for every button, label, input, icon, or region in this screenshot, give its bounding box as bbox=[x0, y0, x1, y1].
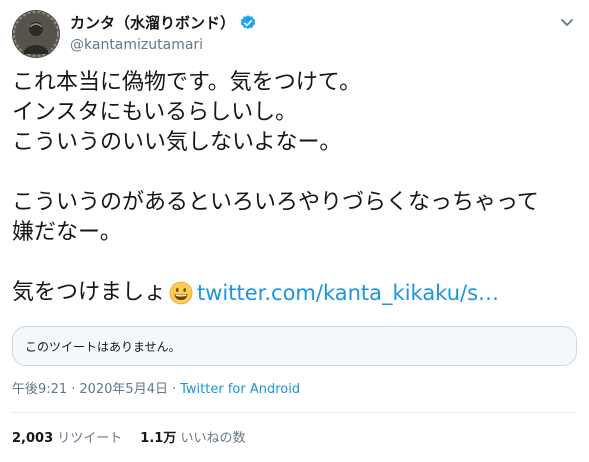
likes-stat[interactable]: 1.1万 いいねの数 bbox=[140, 431, 245, 446]
tweet-text: これ本当に偽物です。気をつけて。 インスタにもいるらしいし。 こういうのいい気し… bbox=[12, 68, 577, 308]
retweets-count: 2,003 bbox=[12, 431, 54, 446]
tweet-line-text: 気をつけましょ bbox=[12, 280, 167, 305]
author-display-name[interactable]: カンタ（水溜りボンド） bbox=[70, 13, 235, 33]
meta-separator: · bbox=[71, 382, 76, 397]
author-names: カンタ（水溜りボンド） @kantamizutamari bbox=[70, 13, 257, 55]
tweet-stats: 2,003 リツイート 1.1万 いいねの数 bbox=[12, 430, 245, 448]
meta-separator: · bbox=[171, 382, 177, 397]
display-name-row: カンタ（水溜りボンド） bbox=[70, 13, 257, 33]
tweet-date[interactable]: 2020年5月4日 bbox=[79, 382, 168, 397]
divider bbox=[12, 412, 577, 413]
tweet-line: インスタにもいるらしいし。 bbox=[12, 100, 298, 125]
tweet: カンタ（水溜りボンド） @kantamizutamari これ本当に偽物です。気… bbox=[0, 0, 589, 462]
verified-badge-icon bbox=[239, 14, 257, 32]
grinning-face-emoji-icon bbox=[169, 281, 193, 305]
tweet-line: 気をつけましょ twitter.com/kanta_kikaku/s… bbox=[12, 278, 577, 308]
unavailable-quote-card[interactable]: このツイートはありません。 bbox=[12, 326, 577, 366]
tweet-time[interactable]: 午後9:21 bbox=[12, 382, 67, 397]
tweet-source[interactable]: Twitter for Android bbox=[180, 382, 300, 397]
tweet-line: こういうのがあるといろいろやりづらくなっちゃって bbox=[12, 190, 539, 215]
author-handle[interactable]: @kantamizutamari bbox=[70, 35, 257, 55]
tweet-meta: 午後9:21 · 2020年5月4日 · Twitter for Android bbox=[12, 381, 300, 399]
tweet-line: こういうのいい気しないよなー。 bbox=[12, 130, 342, 155]
tweet-header: カンタ（水溜りボンド） @kantamizutamari bbox=[12, 10, 577, 58]
tweet-line: 嫌だなー。 bbox=[12, 220, 122, 245]
likes-label: いいねの数 bbox=[180, 431, 246, 446]
retweets-label: リツイート bbox=[57, 431, 123, 446]
likes-count: 1.1万 bbox=[140, 431, 177, 446]
tweet-line: これ本当に偽物です。気をつけて。 bbox=[12, 70, 362, 95]
retweets-stat[interactable]: 2,003 リツイート bbox=[12, 431, 122, 446]
chevron-down-icon[interactable] bbox=[559, 14, 575, 30]
avatar[interactable] bbox=[12, 10, 60, 58]
tweet-link[interactable]: twitter.com/kanta_kikaku/s… bbox=[197, 278, 499, 308]
